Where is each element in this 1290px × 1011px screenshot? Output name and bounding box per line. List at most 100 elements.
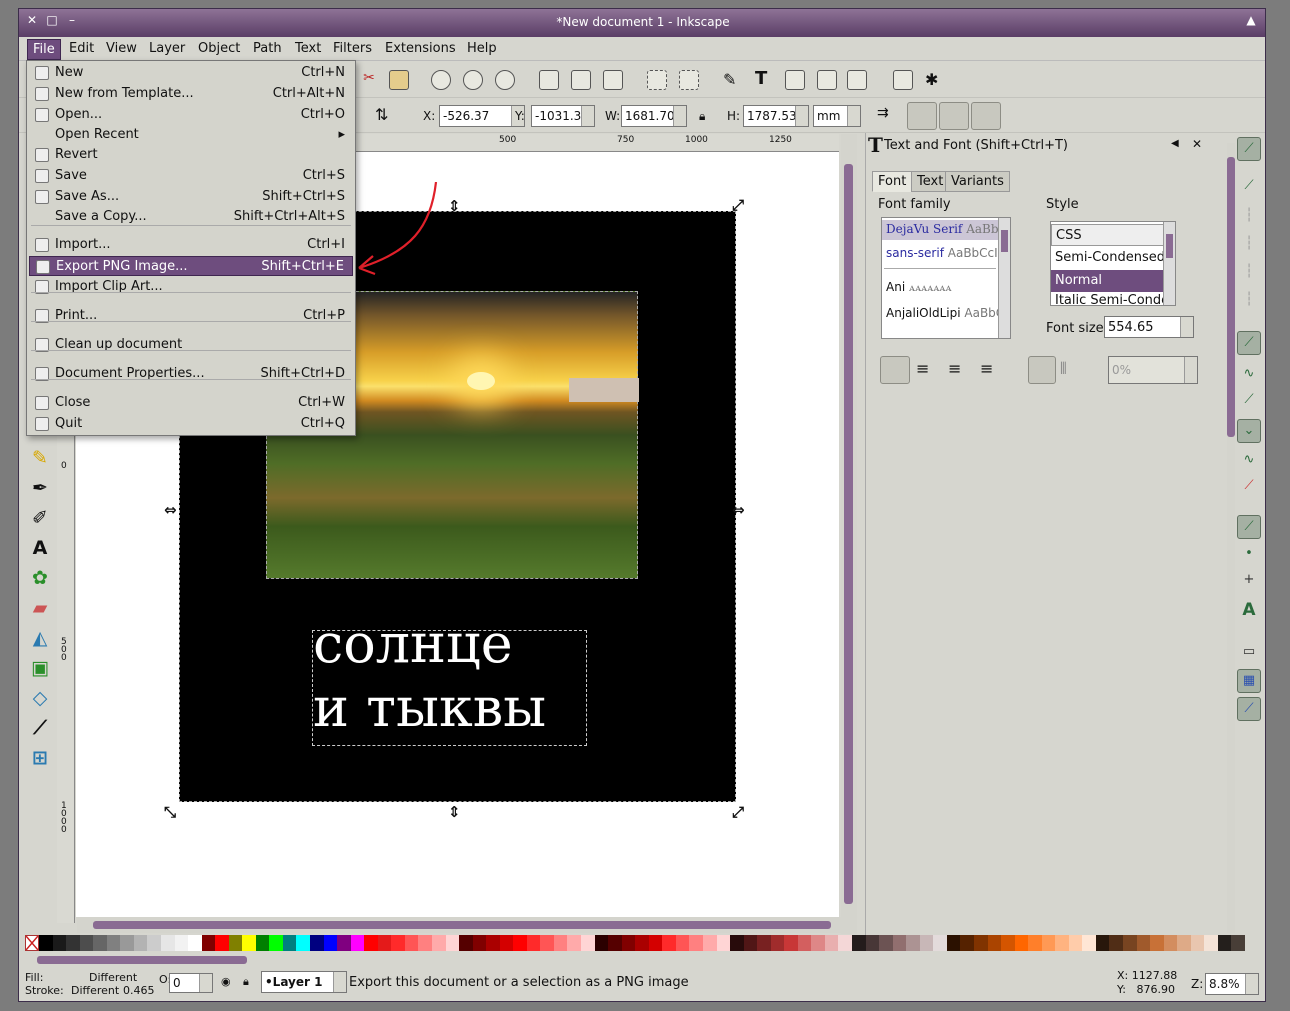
color-swatch[interactable]	[973, 935, 988, 951]
lock-icon[interactable]: 🔒︎	[699, 109, 705, 124]
menu-extensions[interactable]: Extensions	[385, 41, 456, 56]
color-swatch[interactable]	[310, 935, 325, 951]
fill-value[interactable]: Different	[89, 971, 137, 984]
justify-icon[interactable]: ≡	[980, 359, 993, 378]
move-patterns-toggle[interactable]	[971, 102, 1001, 130]
pen-tool-icon[interactable]: ✒	[29, 477, 51, 499]
ungroup-icon[interactable]	[679, 70, 699, 90]
gradient-tool-icon[interactable]: ▣	[29, 657, 51, 679]
menu-item-save-as[interactable]: Save As... Shift+Ctrl+S	[29, 187, 353, 207]
color-swatch[interactable]	[513, 935, 528, 951]
snap-midpoint-icon[interactable]: ⟋	[1237, 475, 1261, 499]
color-swatch[interactable]	[1028, 935, 1043, 951]
align-left-button[interactable]	[880, 356, 910, 384]
menu-item-new-from-template[interactable]: New from Template... Ctrl+Alt+N	[29, 84, 353, 104]
menu-item-open-recent[interactable]: Open Recent ▸	[29, 125, 353, 145]
color-swatch[interactable]	[255, 935, 270, 951]
no-paint-swatch[interactable]	[25, 935, 39, 951]
color-swatch[interactable]	[621, 935, 636, 951]
scale-handle-left[interactable]: ⇔	[164, 501, 177, 519]
menu-path[interactable]: Path	[253, 41, 282, 56]
color-swatch[interactable]	[567, 935, 582, 951]
color-swatch[interactable]	[418, 935, 433, 951]
color-swatch[interactable]	[919, 935, 934, 951]
color-swatch[interactable]	[540, 935, 555, 951]
stroke-width[interactable]: 0.465	[123, 984, 155, 997]
color-swatch[interactable]	[1001, 935, 1016, 951]
menu-object[interactable]: Object	[198, 41, 240, 56]
snap-others-icon[interactable]: ⟋	[1237, 515, 1261, 539]
snap-text-baseline-icon[interactable]: A	[1237, 599, 1261, 623]
fill-stroke-icon[interactable]: ✎	[723, 70, 743, 90]
scale-handle-bottom-left[interactable]: ⤡	[164, 803, 176, 821]
color-swatch[interactable]	[526, 935, 541, 951]
color-swatch[interactable]	[648, 935, 663, 951]
toolbar-scrollbar[interactable]	[1227, 143, 1235, 933]
snap-enable-icon[interactable]: ⟋	[1237, 137, 1261, 161]
xml-editor-icon[interactable]	[785, 70, 805, 90]
style-item[interactable]: CSS	[1051, 224, 1169, 246]
color-swatch[interactable]	[93, 935, 108, 951]
snap-cusp-icon[interactable]: ⌄	[1237, 419, 1261, 443]
snap-path-icon[interactable]: ∿	[1237, 363, 1261, 387]
color-swatch[interactable]	[852, 935, 867, 951]
color-palette[interactable]	[25, 935, 1261, 951]
color-swatch[interactable]	[1136, 935, 1151, 951]
menu-filters[interactable]: Filters	[333, 41, 372, 56]
x-field[interactable]: -526.37	[439, 105, 525, 127]
scale-handle-bottom[interactable]: ⇕	[448, 803, 461, 821]
panel-close-icon[interactable]: ✕	[1192, 137, 1202, 151]
snap-intersection-icon[interactable]: ⟋	[1237, 389, 1261, 413]
color-swatch[interactable]	[1231, 935, 1246, 951]
color-swatch[interactable]	[296, 935, 311, 951]
snap-bbox-midpoint-icon[interactable]: ┆	[1237, 261, 1261, 285]
style-item-selected[interactable]: Normal	[1051, 270, 1169, 292]
color-swatch[interactable]	[553, 935, 568, 951]
spray-tool-icon[interactable]: ✿	[29, 567, 51, 589]
color-swatch[interactable]	[1204, 935, 1219, 951]
color-swatch[interactable]	[743, 935, 758, 951]
style-item[interactable]: Italic Semi-Conden	[1051, 293, 1169, 305]
menu-item-save-a-copy[interactable]: Save a Copy... Shift+Ctrl+Alt+S	[29, 207, 353, 227]
stroke-value[interactable]: Different	[71, 984, 119, 997]
color-swatch[interactable]	[933, 935, 948, 951]
color-swatch[interactable]	[702, 935, 717, 951]
zoom-page-icon[interactable]	[495, 70, 515, 90]
snap-bbox-center-icon[interactable]: ┆	[1237, 289, 1261, 313]
color-swatch[interactable]	[1123, 935, 1138, 951]
menu-item-open[interactable]: Open... Ctrl+O	[29, 105, 353, 125]
color-swatch[interactable]	[1014, 935, 1029, 951]
scale-corners-toggle[interactable]	[907, 102, 937, 130]
connector-tool-icon[interactable]: ⊞	[29, 747, 51, 769]
vertical-scrollbar[interactable]	[841, 134, 857, 934]
color-swatch[interactable]	[472, 935, 487, 951]
font-size-field[interactable]: 554.65	[1104, 316, 1194, 338]
unlink-clone-icon[interactable]	[603, 70, 623, 90]
canvas-text-object[interactable]: солнце и тыквы	[312, 615, 587, 746]
w-field[interactable]: 1681.70	[621, 105, 687, 127]
menu-item-import[interactable]: Import... Ctrl+I	[29, 235, 353, 255]
menu-item-clean-up-document[interactable]: Clean up document	[29, 335, 353, 355]
horizontal-text-button[interactable]	[1028, 356, 1056, 384]
snap-bbox-corner-icon[interactable]: ┆	[1237, 233, 1261, 257]
align-distribute-icon[interactable]	[847, 70, 867, 90]
color-swatch[interactable]	[797, 935, 812, 951]
clone-icon[interactable]	[571, 70, 591, 90]
preferences-icon[interactable]	[893, 70, 913, 90]
color-swatch[interactable]	[1041, 935, 1056, 951]
snap-grid-icon[interactable]: ▦	[1237, 669, 1261, 693]
color-swatch[interactable]	[838, 935, 853, 951]
menu-item-revert[interactable]: Revert	[29, 145, 353, 165]
layer-lock-icon[interactable]: 🔒︎	[243, 975, 249, 989]
color-swatch[interactable]	[1068, 935, 1083, 951]
snap-guide-icon[interactable]: ⟋	[1237, 697, 1261, 721]
color-swatch[interactable]	[337, 935, 352, 951]
color-swatch[interactable]	[188, 935, 203, 951]
color-swatch[interactable]	[201, 935, 216, 951]
color-swatch[interactable]	[228, 935, 243, 951]
vertical-scroll-thumb[interactable]	[844, 164, 853, 904]
color-swatch[interactable]	[757, 935, 772, 951]
scale-handle-top-right[interactable]: ⤢	[732, 196, 744, 214]
color-swatch[interactable]	[282, 935, 297, 951]
calligraphy-tool-icon[interactable]: ✐	[29, 507, 51, 529]
